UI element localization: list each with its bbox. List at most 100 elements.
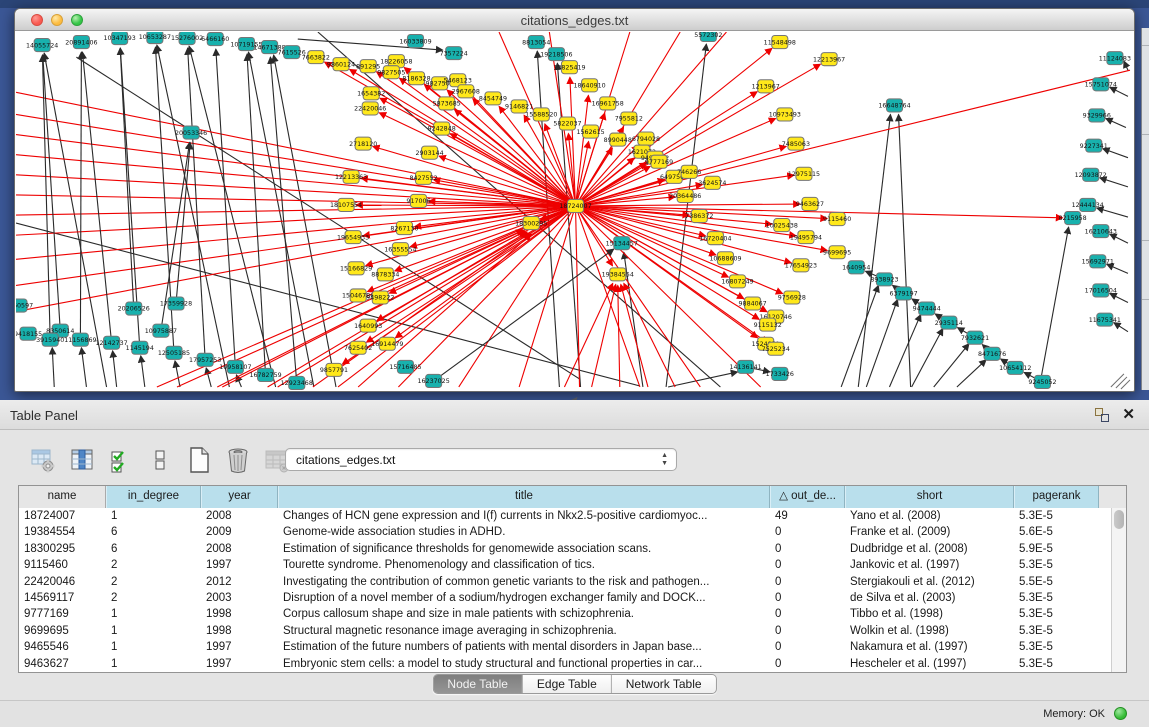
table-cell[interactable]: 1997: [201, 557, 278, 573]
new-column-icon[interactable]: [186, 447, 212, 473]
tab-edge-table[interactable]: Edge Table: [523, 675, 612, 693]
column-header-pagerank[interactable]: pagerank: [1014, 486, 1099, 508]
table-cell[interactable]: 5.3E-5: [1014, 623, 1099, 639]
window-titlebar[interactable]: citations_edges.txt: [15, 9, 1134, 31]
table-row[interactable]: 2242004622012Investigating the contribut…: [19, 574, 1111, 590]
column-header-name[interactable]: name: [19, 486, 106, 508]
table-cell[interactable]: Estimation of significance thresholds fo…: [278, 541, 770, 557]
table-scrollbar[interactable]: [1111, 508, 1126, 672]
table-body[interactable]: 1872400712008Changes of HCN gene express…: [19, 508, 1111, 672]
table-cell[interactable]: Franke et al. (2009): [845, 524, 1014, 540]
table-cell[interactable]: Structural magnetic resonance image aver…: [278, 623, 770, 639]
table-row[interactable]: 1872400712008Changes of HCN gene express…: [19, 508, 1111, 524]
table-cell[interactable]: Investigating the contribution of common…: [278, 574, 770, 590]
table-cell[interactable]: Hescheler et al. (1997): [845, 656, 1014, 672]
table-cell[interactable]: 5.9E-5: [1014, 541, 1099, 557]
table-cell[interactable]: Changes of HCN gene expression and I(f) …: [278, 508, 770, 524]
table-cell[interactable]: 5.3E-5: [1014, 656, 1099, 672]
table-cell[interactable]: 1: [106, 606, 201, 622]
table-row[interactable]: 969969511998Structural magnetic resonanc…: [19, 623, 1111, 639]
table-cell[interactable]: 5.6E-5: [1014, 524, 1099, 540]
table-row[interactable]: 1456911722003Disruption of a novel membe…: [19, 590, 1111, 606]
table-cell[interactable]: Disruption of a novel member of a sodium…: [278, 590, 770, 606]
table-cell[interactable]: 0: [770, 656, 845, 672]
table-cell[interactable]: 5.3E-5: [1014, 606, 1099, 622]
table-cell[interactable]: Corpus callosum shape and size in male p…: [278, 606, 770, 622]
row-height-icon[interactable]: [147, 447, 173, 473]
table-cell[interactable]: 9699695: [19, 623, 106, 639]
table-cell[interactable]: 1: [106, 623, 201, 639]
table-cell[interactable]: 6: [106, 541, 201, 557]
table-options-icon[interactable]: [30, 447, 56, 473]
table-cell[interactable]: 2: [106, 590, 201, 606]
table-cell[interactable]: Tibbo et al. (1998): [845, 606, 1014, 622]
close-panel-icon[interactable]: ✕: [1122, 405, 1135, 423]
table-cell[interactable]: 49: [770, 508, 845, 524]
table-cell[interactable]: Stergiakouli et al. (2012): [845, 574, 1014, 590]
table-row[interactable]: 946554611997Estimation of the future num…: [19, 639, 1111, 655]
table-cell[interactable]: 5.3E-5: [1014, 508, 1099, 524]
table-cell[interactable]: 0: [770, 623, 845, 639]
table-cell[interactable]: 18300295: [19, 541, 106, 557]
table-scrollbar-thumb[interactable]: [1114, 510, 1124, 529]
tab-node-table[interactable]: Node Table: [433, 675, 523, 693]
table-cell[interactable]: 1998: [201, 606, 278, 622]
column-header-year[interactable]: year: [201, 486, 278, 508]
table-panel-header[interactable]: Table Panel ✕: [0, 400, 1149, 430]
network-window[interactable]: citations_edges.txt 14055724208914061034…: [14, 8, 1135, 392]
table-row[interactable]: 1938455462009Genome-wide association stu…: [19, 524, 1111, 540]
network-canvas[interactable]: 1405572420891406103471931065328715276002…: [16, 32, 1133, 390]
column-header-in_degree[interactable]: in_degree: [106, 486, 201, 508]
table-cell[interactable]: 5.3E-5: [1014, 590, 1099, 606]
table-cell[interactable]: 9465546: [19, 639, 106, 655]
table-cell[interactable]: 2009: [201, 524, 278, 540]
table-cell[interactable]: 5.3E-5: [1014, 557, 1099, 573]
table-row[interactable]: 946362711997Embryonic stem cells: a mode…: [19, 656, 1111, 672]
table-cell[interactable]: 19384554: [19, 524, 106, 540]
table-cell[interactable]: Embryonic stem cells: a model to study s…: [278, 656, 770, 672]
delete-column-icon[interactable]: [225, 447, 251, 473]
float-window-icon[interactable]: [1095, 408, 1109, 422]
table-select-combo[interactable]: citations_edges.txt ▲▼: [285, 448, 677, 471]
table-cell[interactable]: 22420046: [19, 574, 106, 590]
table-cell[interactable]: 1997: [201, 656, 278, 672]
table-cell[interactable]: 2: [106, 557, 201, 573]
table-cell[interactable]: 0: [770, 557, 845, 573]
table-cell[interactable]: Nakamura et al. (1997): [845, 639, 1014, 655]
select-rows-icon[interactable]: [108, 447, 134, 473]
table-cell[interactable]: 2: [106, 574, 201, 590]
memory-ok-indicator[interactable]: [1114, 707, 1127, 720]
column-options-icon[interactable]: [69, 447, 95, 473]
table-cell[interactable]: 0: [770, 590, 845, 606]
table-cell[interactable]: 2008: [201, 508, 278, 524]
column-header-title[interactable]: title: [278, 486, 770, 508]
table-cell[interactable]: Estimation of the future numbers of pati…: [278, 639, 770, 655]
tab-network-table[interactable]: Network Table: [612, 675, 716, 693]
table-cell[interactable]: 2008: [201, 541, 278, 557]
table-row[interactable]: 911546021997Tourette syndrome. Phenomeno…: [19, 557, 1111, 573]
table-cell[interactable]: 1: [106, 656, 201, 672]
table-cell[interactable]: 1: [106, 639, 201, 655]
table-row[interactable]: 977716911998Corpus callosum shape and si…: [19, 606, 1111, 622]
table-cell[interactable]: 0: [770, 639, 845, 655]
table-cell[interactable]: Wolkin et al. (1998): [845, 623, 1014, 639]
table-cell[interactable]: 14569117: [19, 590, 106, 606]
table-cell[interactable]: Tourette syndrome. Phenomenology and cla…: [278, 557, 770, 573]
table-cell[interactable]: 5.5E-5: [1014, 574, 1099, 590]
table-cell[interactable]: Dudbridge et al. (2008): [845, 541, 1014, 557]
table-cell[interactable]: 18724007: [19, 508, 106, 524]
table-cell[interactable]: 0: [770, 524, 845, 540]
table-cell[interactable]: 9463627: [19, 656, 106, 672]
node-table[interactable]: namein_degreeyeartitle△ out_de...shortpa…: [18, 485, 1127, 673]
column-header-short[interactable]: short: [845, 486, 1014, 508]
table-cell[interactable]: 0: [770, 541, 845, 557]
table-cell[interactable]: 1998: [201, 623, 278, 639]
table-cell[interactable]: Genome-wide association studies in ADHD.: [278, 524, 770, 540]
column-header-out_degree[interactable]: △ out_de...: [770, 486, 845, 508]
table-cell[interactable]: 1997: [201, 639, 278, 655]
table-cell[interactable]: 0: [770, 574, 845, 590]
table-cell[interactable]: 2003: [201, 590, 278, 606]
table-cell[interactable]: 2012: [201, 574, 278, 590]
table-cell[interactable]: 1: [106, 508, 201, 524]
table-cell[interactable]: 9777169: [19, 606, 106, 622]
